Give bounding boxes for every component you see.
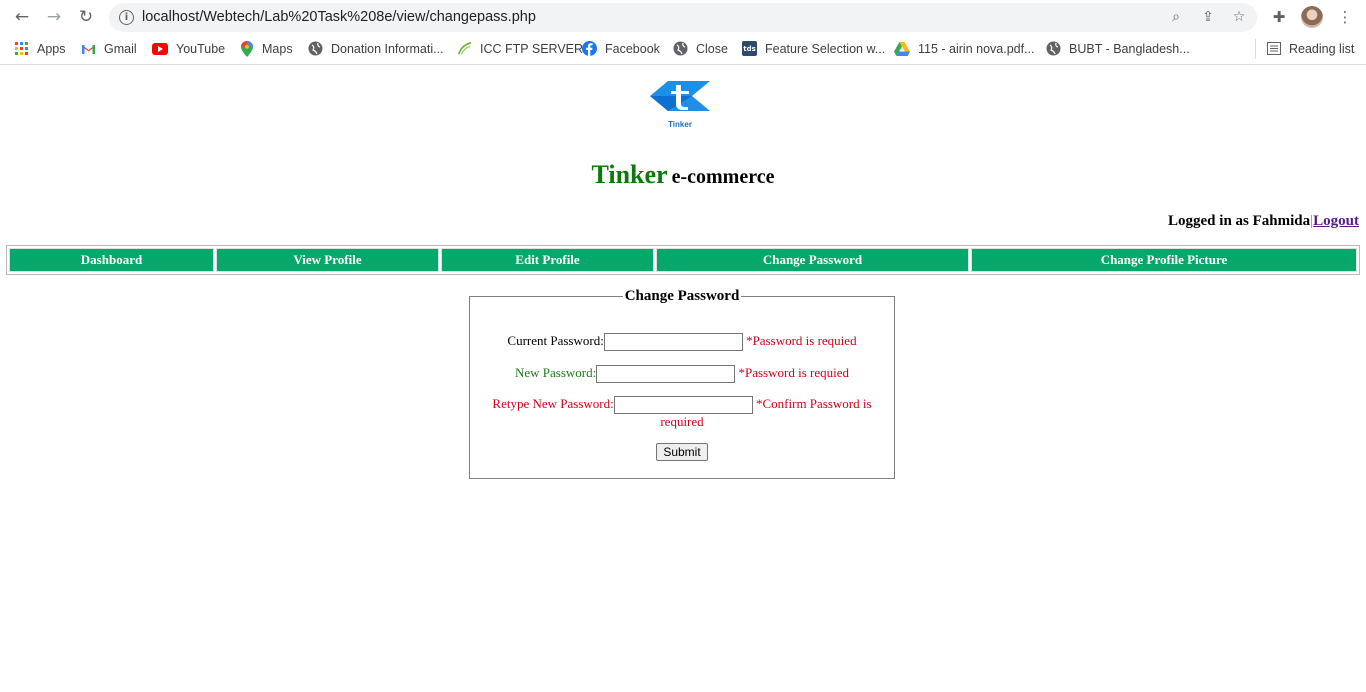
bookmark-donation[interactable]: Donation Informati... bbox=[308, 41, 444, 56]
retype-password-input[interactable] bbox=[613, 396, 753, 415]
nav-view-profile[interactable]: View Profile bbox=[216, 248, 439, 272]
forward-arrow-icon[interactable]: → bbox=[43, 6, 65, 28]
current-password-row: Current Password: *Password is requied bbox=[470, 333, 894, 352]
site-title-main: Tinker bbox=[591, 160, 668, 189]
url-text[interactable]: localhost/Webtech/Lab%20Task%208e/view/c… bbox=[142, 9, 536, 25]
current-password-error: *Password is requied bbox=[746, 333, 857, 348]
bookmark-label: Maps bbox=[262, 41, 293, 56]
bookmarks-bar: Apps Gmail YouTube Maps Donation Informa… bbox=[0, 34, 1366, 65]
current-password-label: Current Password: bbox=[507, 333, 604, 348]
facebook-icon bbox=[582, 41, 597, 56]
retype-password-label: Retype New Password: bbox=[492, 396, 614, 411]
new-password-input[interactable] bbox=[596, 365, 736, 384]
youtube-icon bbox=[152, 41, 168, 56]
main-nav: Dashboard View Profile Edit Profile Chan… bbox=[6, 245, 1360, 275]
bookmark-label: 115 - airin nova.pdf... bbox=[918, 41, 1035, 56]
logged-in-text: Logged in as Fahmida bbox=[1168, 213, 1311, 229]
globe-icon bbox=[308, 41, 323, 56]
bookmark-label: Facebook bbox=[605, 41, 660, 56]
reload-icon[interactable]: ↻ bbox=[75, 6, 97, 28]
icc-icon bbox=[457, 41, 472, 56]
gmail-icon bbox=[81, 41, 96, 56]
bookmark-label: Close bbox=[696, 41, 728, 56]
new-password-error: *Password is requied bbox=[738, 365, 850, 380]
address-bar[interactable]: i localhost/Webtech/Lab%20Task%208e/view… bbox=[109, 3, 1257, 32]
submit-button[interactable]: Submit bbox=[656, 443, 708, 461]
drive-icon bbox=[893, 41, 910, 56]
nav-change-profile-picture[interactable]: Change Profile Picture bbox=[971, 248, 1357, 272]
logo-text: Tinker bbox=[668, 120, 692, 129]
bookmarks-separator bbox=[1255, 39, 1256, 59]
back-arrow-icon[interactable]: ← bbox=[11, 6, 33, 28]
zoom-icon[interactable]: ⌕ bbox=[1167, 8, 1185, 26]
bookmark-bubt[interactable]: BUBT - Bangladesh... bbox=[1046, 41, 1190, 56]
form-legend: Change Password bbox=[624, 288, 740, 304]
submit-row: Submit bbox=[470, 443, 894, 461]
reading-list-button[interactable]: Reading list bbox=[1266, 41, 1354, 56]
bookmark-label: ICC FTP SERVER bbox=[480, 41, 584, 56]
new-password-label: New Password: bbox=[515, 365, 597, 380]
nav-edit-profile[interactable]: Edit Profile bbox=[441, 248, 654, 272]
bookmark-gmail[interactable]: Gmail bbox=[81, 41, 137, 56]
retype-password-error: *Confirm Password is bbox=[756, 396, 872, 411]
bookmark-label: Donation Informati... bbox=[331, 41, 444, 56]
bookmark-label: Apps bbox=[37, 41, 66, 56]
new-password-row: New Password: *Password is requied bbox=[470, 365, 894, 384]
share-icon[interactable]: ⇪ bbox=[1199, 8, 1217, 26]
apps-grid-icon bbox=[14, 41, 29, 56]
bookmark-icc-ftp[interactable]: ICC FTP SERVER bbox=[457, 41, 583, 56]
extensions-icon[interactable]: ✚ bbox=[1269, 7, 1289, 27]
bookmark-label: YouTube bbox=[176, 41, 226, 56]
globe-icon bbox=[1046, 41, 1061, 56]
bookmark-airin-pdf[interactable]: 115 - airin nova.pdf... bbox=[893, 41, 1035, 56]
page-content: Tinker Tinker e-commerce Logged in as Fa… bbox=[0, 65, 1366, 692]
bookmark-label: Feature Selection w... bbox=[765, 41, 886, 56]
globe-icon bbox=[673, 41, 688, 56]
browser-toolbar: ← → ↻ i localhost/Webtech/Lab%20Task%208… bbox=[0, 0, 1366, 34]
site-title: Tinker e-commerce bbox=[0, 160, 1366, 190]
retype-password-error-cont: required bbox=[660, 414, 704, 430]
more-menu-icon[interactable]: ⋮ bbox=[1335, 7, 1355, 27]
nav-dashboard[interactable]: Dashboard bbox=[9, 248, 214, 272]
logout-link[interactable]: Logout bbox=[1313, 213, 1359, 229]
bookmark-youtube[interactable]: YouTube bbox=[152, 41, 225, 56]
maps-icon bbox=[239, 40, 254, 57]
login-status: Logged in as Fahmida|Logout bbox=[1168, 213, 1359, 230]
bookmark-maps[interactable]: Maps bbox=[239, 40, 293, 57]
star-icon[interactable]: ☆ bbox=[1230, 8, 1248, 26]
bookmark-label: Gmail bbox=[104, 41, 137, 56]
bookmark-close[interactable]: Close bbox=[673, 41, 728, 56]
retype-password-row: Retype New Password: *Confirm Password i… bbox=[470, 396, 894, 430]
bookmark-feature-selection[interactable]: tds Feature Selection w... bbox=[742, 41, 885, 56]
change-password-form: Change Password Current Password: *Passw… bbox=[469, 288, 895, 479]
info-icon[interactable]: i bbox=[119, 10, 134, 25]
current-password-input[interactable] bbox=[603, 333, 743, 352]
profile-avatar[interactable] bbox=[1301, 6, 1323, 28]
bookmark-facebook[interactable]: Facebook bbox=[582, 41, 660, 56]
tinker-logo: Tinker bbox=[648, 79, 712, 131]
tds-icon: tds bbox=[742, 41, 757, 56]
bookmark-apps[interactable]: Apps bbox=[14, 41, 66, 56]
nav-change-password[interactable]: Change Password bbox=[656, 248, 969, 272]
reading-list-label: Reading list bbox=[1289, 41, 1355, 56]
bookmark-label: BUBT - Bangladesh... bbox=[1069, 41, 1190, 56]
site-title-sub: e-commerce bbox=[671, 166, 775, 188]
reading-list-icon bbox=[1266, 41, 1281, 56]
